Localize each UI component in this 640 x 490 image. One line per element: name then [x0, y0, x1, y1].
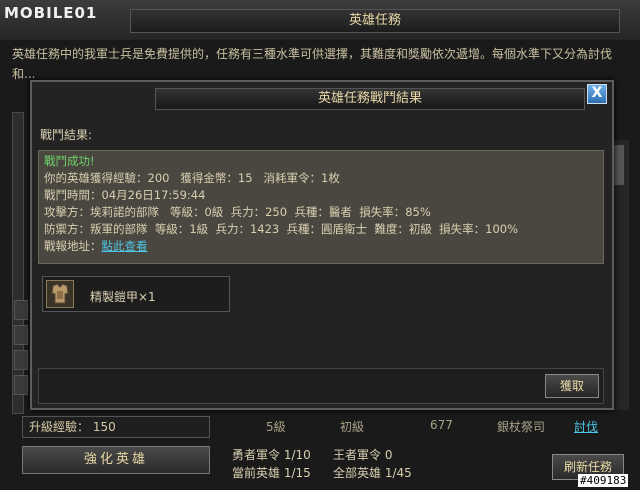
defender-type: 圓盾衛士 [321, 222, 368, 236]
attack-link[interactable]: 討伐 [574, 418, 598, 435]
battle-success: 戰鬥成功! [44, 154, 95, 168]
mobile01-logo: MOBILE01 [4, 4, 98, 22]
attacker-level-label: 等級： [169, 205, 205, 219]
dialog-footer [38, 368, 604, 404]
window-title: 英雄任務 [130, 9, 620, 33]
defender-troops: 1423 [249, 222, 280, 236]
defender-loss: 100% [485, 222, 519, 236]
time-value: 04月26日17:59:44 [101, 188, 206, 202]
report-label: 戰報地址： [44, 239, 102, 253]
cost-value: 1枚 [321, 171, 340, 185]
dialog-title: 英雄任務戰鬥結果 [155, 88, 585, 110]
current-hero-label: 當前英雄 [232, 466, 281, 480]
attacker-label: 攻擊方： [44, 205, 90, 219]
exp-label: 升級經驗： [29, 420, 90, 434]
attacker-type: 醫者 [328, 205, 352, 219]
exp-value: 150 [92, 420, 116, 434]
defender-name: 叛軍的部隊 [90, 222, 148, 236]
side-tab[interactable] [14, 350, 28, 370]
brave-order-value: 1/10 [283, 448, 311, 462]
defender-loss-label: 損失率： [439, 222, 486, 236]
time-line: 戰鬥時間：04月26日17:59:44 [44, 187, 205, 204]
task-difficulty: 初級 [340, 420, 365, 434]
gold-label: 獲得金幣： [180, 171, 238, 185]
gold-value: 15 [237, 171, 253, 185]
report-line: 戰報地址：點此查看 [44, 238, 148, 255]
side-tab[interactable] [14, 375, 28, 395]
armor-icon [46, 280, 74, 308]
king-order: 王者軍令 0 [333, 446, 392, 463]
defender-level-label: 等級： [154, 222, 190, 236]
difficulty-label: 難度： [374, 222, 409, 236]
exp-reward-value: 200 [147, 171, 170, 185]
defender-troops-label: 兵力： [215, 222, 250, 236]
description-line-1: 英雄任務中的我軍士兵是免費提供的，任務有三種水準可供選擇，其難度和獎勵依次遞增。… [12, 47, 613, 61]
attacker-troops: 250 [265, 205, 288, 219]
attacker-type-label: 兵種： [294, 205, 329, 219]
current-hero-value: 1/15 [283, 466, 311, 480]
attacker-loss: 85% [405, 205, 431, 219]
king-order-label: 王者軍令 [333, 448, 382, 462]
reward-line: 你的英雄獲得經驗：200 獲得金幣：15 消耗軍令：1枚 [44, 170, 340, 187]
battle-report-link[interactable]: 點此查看 [102, 239, 148, 253]
all-hero-label: 全部英雄 [333, 466, 382, 480]
difficulty-value: 初級 [408, 222, 432, 236]
current-hero: 當前英雄 1/15 [232, 464, 311, 481]
reward-item-name: 精製鎧甲×1 [90, 290, 156, 304]
all-hero: 全部英雄 1/45 [333, 464, 412, 481]
brave-order-label: 勇者軍令 [232, 448, 281, 462]
king-order-value: 0 [384, 448, 393, 462]
attacker-level: 0級 [204, 205, 224, 219]
attacker-line: 攻擊方：埃莉諾的部隊 等級：0級 兵力：250 兵種：醫者 損失率：85% [44, 204, 431, 221]
task-troops: 677 [430, 418, 453, 432]
obtain-button[interactable]: 獲取 [545, 374, 599, 398]
defender-line: 防禦方：叛軍的部隊 等級：1級 兵力：1423 兵種：圓盾衛士 難度：初級 損失… [44, 221, 518, 238]
task-enemy: 銀杖祭司 [497, 420, 546, 434]
post-id-watermark: #409183 [578, 474, 629, 487]
time-label: 戰鬥時間： [44, 188, 102, 202]
exp-reward-label: 你的英雄獲得經驗： [44, 171, 148, 185]
defender-type-label: 兵種： [286, 222, 322, 236]
side-tab[interactable] [14, 300, 28, 320]
enhance-hero-button[interactable]: 強化英雄 [22, 446, 210, 474]
brave-order: 勇者軍令 1/10 [232, 446, 311, 463]
defender-label: 防禦方： [44, 222, 90, 236]
task-level: 5級 [266, 420, 286, 434]
attacker-name: 埃莉諾的部隊 [90, 205, 159, 219]
cost-label: 消耗軍令： [263, 171, 322, 185]
side-tab[interactable] [14, 325, 28, 345]
battle-result-label: 戰鬥結果: [40, 128, 93, 142]
all-hero-value: 1/45 [384, 466, 412, 480]
defender-level: 1級 [189, 222, 209, 236]
close-icon[interactable]: X [587, 84, 607, 104]
attacker-loss-label: 損失率： [359, 205, 406, 219]
upgrade-exp-bar: 升級經驗： 150 [22, 416, 210, 438]
attacker-troops-label: 兵力： [230, 205, 266, 219]
